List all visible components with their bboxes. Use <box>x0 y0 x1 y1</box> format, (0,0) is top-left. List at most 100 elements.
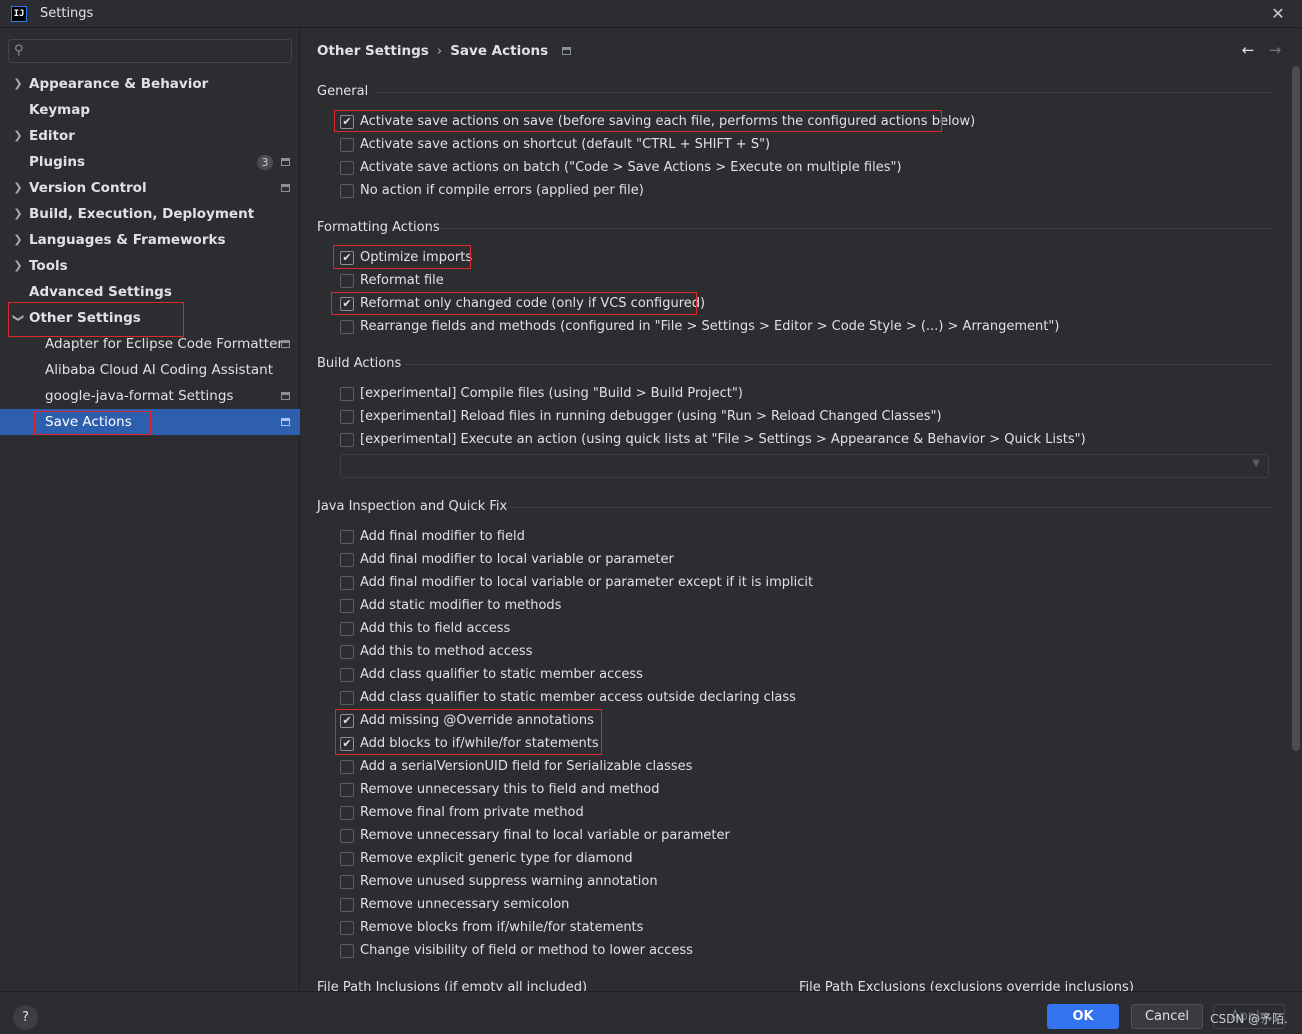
checkbox-unchecked[interactable] <box>340 599 354 613</box>
sidebar-item-label: Save Actions <box>45 414 132 430</box>
sidebar-item-label: google-java-format Settings <box>45 388 234 404</box>
checkbox-unchecked[interactable] <box>340 433 354 447</box>
checkbox-label: Add this to method access <box>360 644 533 659</box>
checkbox-unchecked[interactable] <box>340 530 354 544</box>
sidebar-item-build-execution-deployment[interactable]: ❯ Build, Execution, Deployment <box>0 201 300 227</box>
sidebar-item-plugins[interactable]: Plugins 3 <box>0 149 300 175</box>
ok-button[interactable]: OK <box>1047 1004 1119 1029</box>
dialog-footer: ? OK Cancel Apply CSDN @予陌. <box>0 991 1302 1034</box>
section-title-file-path-exclusions: File Path Exclusions (exclusions overrid… <box>799 980 1134 991</box>
checkbox-unchecked[interactable] <box>340 691 354 705</box>
checkbox-label: Add missing @Override annotations <box>360 713 594 728</box>
sidebar-item-label: Other Settings <box>29 310 141 326</box>
checkbox-unchecked[interactable] <box>340 553 354 567</box>
chevron-right-icon[interactable]: ❯ <box>12 227 24 253</box>
checkbox-unchecked[interactable] <box>340 161 354 175</box>
chevron-right-icon[interactable]: ❯ <box>12 201 24 227</box>
checkbox-label: Reformat only changed code (only if VCS … <box>360 296 706 311</box>
breadcrumb-separator: › <box>436 43 443 59</box>
sidebar-item-label: Version Control <box>29 180 147 196</box>
checkbox-label: Add this to field access <box>360 621 511 636</box>
breadcrumb: Other Settings › Save Actions <box>317 43 572 63</box>
checkbox-unchecked[interactable] <box>340 622 354 636</box>
checkbox-unchecked[interactable] <box>340 806 354 820</box>
checkbox-unchecked[interactable] <box>340 760 354 774</box>
checkbox-unchecked[interactable] <box>340 921 354 935</box>
csdn-watermark: CSDN @予陌. <box>1210 1012 1288 1026</box>
sidebar-item-other-settings[interactable]: ❯ Other Settings <box>0 305 300 331</box>
sidebar-item-tools[interactable]: ❯ Tools <box>0 253 300 279</box>
checkbox-label: Remove explicit generic type for diamond <box>360 851 633 866</box>
sidebar-item-google-java-format[interactable]: google-java-format Settings <box>0 383 300 409</box>
help-button[interactable]: ? <box>13 1005 38 1030</box>
vertical-scrollbar[interactable] <box>1292 66 1300 751</box>
intellij-app-icon: IJ <box>11 6 27 22</box>
section-divider <box>405 364 1271 365</box>
sidebar-item-alibaba-ai-coding-assistant[interactable]: Alibaba Cloud AI Coding Assistant <box>0 357 300 383</box>
chevron-right-icon[interactable]: ❯ <box>12 71 24 97</box>
checkbox-label: Activate save actions on save (before sa… <box>360 114 976 129</box>
search-field[interactable]: ⚲ <box>8 39 292 63</box>
checkbox-unchecked[interactable] <box>340 576 354 590</box>
checkbox-unchecked[interactable] <box>340 898 354 912</box>
sidebar-item-advanced-settings[interactable]: Advanced Settings <box>0 279 300 305</box>
sidebar-item-label: Plugins <box>29 154 86 170</box>
chevron-down-icon: ▼ <box>1252 458 1260 469</box>
close-icon[interactable]: ✕ <box>1268 4 1288 24</box>
checkbox-label: Remove blocks from if/while/for statemen… <box>360 920 644 935</box>
sidebar-item-eclipse-code-formatter[interactable]: Adapter for Eclipse Code Formatter <box>0 331 300 357</box>
checkbox-label: Add static modifier to methods <box>360 598 562 613</box>
checkbox-unchecked[interactable] <box>340 668 354 682</box>
project-settings-icon <box>281 340 290 348</box>
checkbox-unchecked[interactable] <box>340 852 354 866</box>
checkbox-unchecked[interactable] <box>340 944 354 958</box>
forward-arrow-icon[interactable]: → <box>1266 41 1284 59</box>
sidebar-item-label: Appearance & Behavior <box>29 76 209 92</box>
checkbox-checked[interactable]: ✔ <box>340 115 354 129</box>
sidebar-item-languages-frameworks[interactable]: ❯ Languages & Frameworks <box>0 227 300 253</box>
chevron-down-icon[interactable]: ❯ <box>5 312 31 324</box>
section-divider <box>441 228 1271 229</box>
sidebar-item-keymap[interactable]: Keymap <box>0 97 300 123</box>
chevron-right-icon[interactable]: ❯ <box>12 175 24 201</box>
section-divider <box>375 92 1271 93</box>
settings-tree: ❯ Appearance & Behavior Keymap ❯ Editor … <box>0 71 300 435</box>
checkbox-unchecked[interactable] <box>340 829 354 843</box>
back-arrow-icon[interactable]: ← <box>1239 41 1257 59</box>
checkbox-unchecked[interactable] <box>340 138 354 152</box>
checkbox-label: [experimental] Execute an action (using … <box>360 432 1086 447</box>
sidebar-item-appearance-behavior[interactable]: ❯ Appearance & Behavior <box>0 71 300 97</box>
checkbox-label: Add class qualifier to static member acc… <box>360 667 643 682</box>
cancel-button[interactable]: Cancel <box>1131 1004 1203 1029</box>
sidebar-item-label: Editor <box>29 128 75 144</box>
checkbox-unchecked[interactable] <box>340 645 354 659</box>
checkbox-label: Activate save actions on batch ("Code > … <box>360 160 902 175</box>
sidebar-item-label: Adapter for Eclipse Code Formatter <box>45 336 283 352</box>
checkbox-checked[interactable]: ✔ <box>340 737 354 751</box>
checkbox-label: Remove unused suppress warning annotatio… <box>360 874 658 889</box>
checkbox-unchecked[interactable] <box>340 783 354 797</box>
sidebar-item-save-actions[interactable]: Save Actions <box>0 409 300 435</box>
quick-list-action-dropdown[interactable]: ▼ <box>340 454 1269 478</box>
chevron-right-icon[interactable]: ❯ <box>12 253 24 279</box>
checkbox-label: Remove final from private method <box>360 805 584 820</box>
checkbox-label: Optimize imports <box>360 250 473 265</box>
checkbox-unchecked[interactable] <box>340 274 354 288</box>
checkbox-unchecked[interactable] <box>340 410 354 424</box>
sidebar-item-editor[interactable]: ❯ Editor <box>0 123 300 149</box>
project-settings-icon <box>281 158 290 166</box>
checkbox-checked[interactable]: ✔ <box>340 297 354 311</box>
search-input[interactable] <box>35 42 285 60</box>
breadcrumb-parent[interactable]: Other Settings <box>317 43 429 59</box>
checkbox-label: Reformat file <box>360 273 444 288</box>
checkbox-checked[interactable]: ✔ <box>340 251 354 265</box>
checkbox-unchecked[interactable] <box>340 387 354 401</box>
checkbox-unchecked[interactable] <box>340 184 354 198</box>
checkbox-unchecked[interactable] <box>340 320 354 334</box>
checkbox-unchecked[interactable] <box>340 875 354 889</box>
checkbox-checked[interactable]: ✔ <box>340 714 354 728</box>
sidebar-item-version-control[interactable]: ❯ Version Control <box>0 175 300 201</box>
chevron-right-icon[interactable]: ❯ <box>12 123 24 149</box>
checkbox-label: Remove unnecessary semicolon <box>360 897 570 912</box>
sidebar-item-label: Languages & Frameworks <box>29 232 226 248</box>
